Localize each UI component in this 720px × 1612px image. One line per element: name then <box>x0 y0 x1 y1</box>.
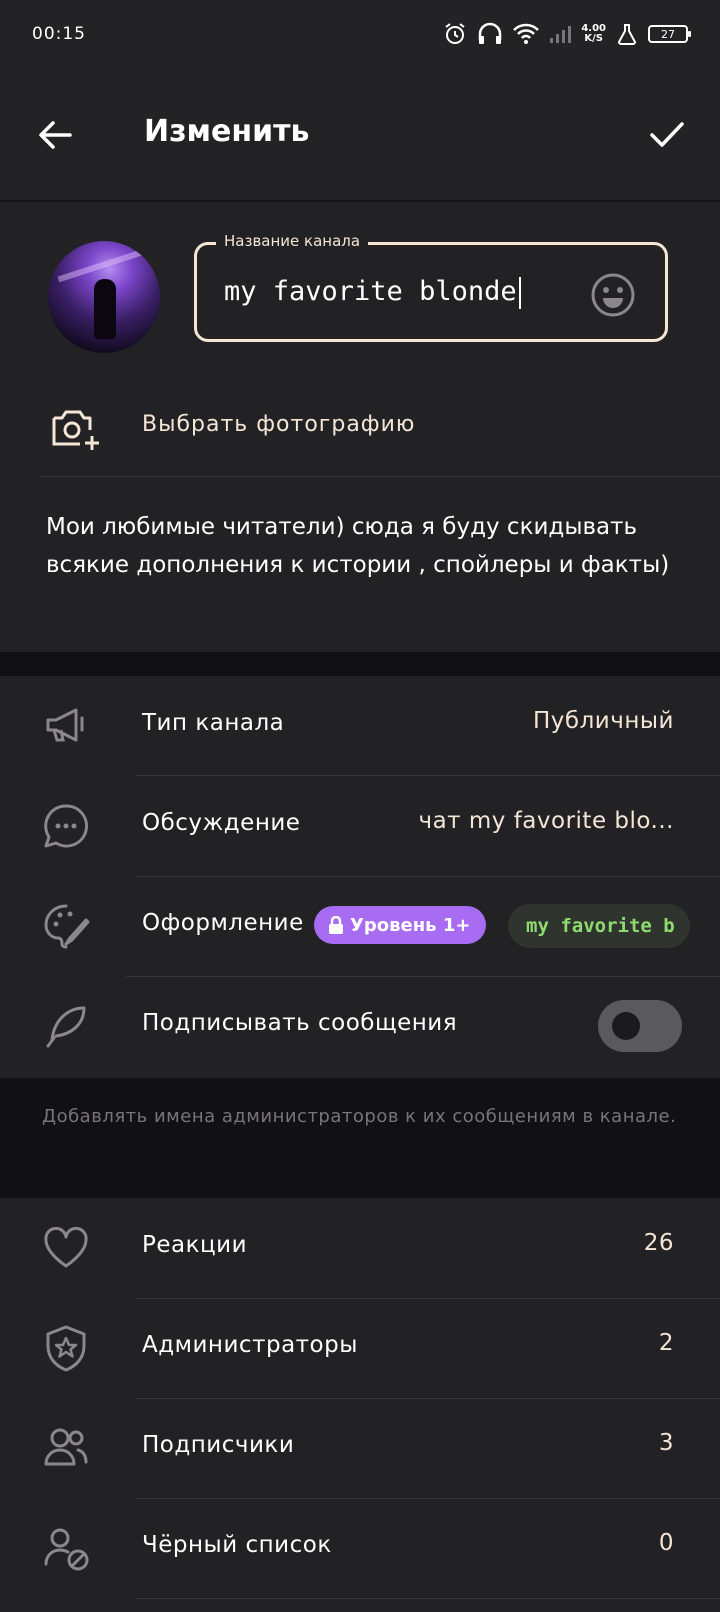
reactions-row[interactable]: Реакции 26 <box>0 1198 720 1298</box>
choose-photo-label: Выбрать фотографию <box>142 412 416 437</box>
subscribers-value: 3 <box>658 1430 674 1456</box>
divider <box>136 1598 720 1599</box>
channel-avatar[interactable] <box>48 241 160 353</box>
user-blocked-icon <box>44 1528 89 1571</box>
megaphone-icon <box>46 708 84 742</box>
sign-messages-toggle[interactable] <box>598 1000 682 1052</box>
level-badge: Уровень 1+ <box>314 906 487 944</box>
alarm-icon <box>445 23 465 44</box>
checkmark-icon <box>650 122 684 147</box>
subscribers-label: Подписчики <box>142 1432 295 1458</box>
channel-type-value: Публичный <box>533 708 674 734</box>
administrators-row[interactable]: Администраторы 2 <box>0 1298 720 1398</box>
blacklist-label: Чёрный список <box>142 1532 332 1558</box>
lock-icon <box>329 916 343 934</box>
signal-icon <box>550 26 572 43</box>
headphones-icon <box>479 22 502 44</box>
users-icon <box>44 1428 88 1466</box>
reactions-label: Реакции <box>142 1232 248 1258</box>
feather-pen-icon <box>46 1006 86 1048</box>
heart-icon <box>44 1226 88 1268</box>
flask-icon <box>617 24 637 45</box>
blacklist-value: 0 <box>658 1530 674 1556</box>
text-cursor <box>518 276 521 309</box>
app-bar: Изменить <box>0 72 720 202</box>
divider <box>40 476 720 477</box>
toggle-knob <box>612 1012 640 1040</box>
discussion-label: Обсуждение <box>142 810 301 836</box>
palette-icon <box>44 904 90 949</box>
save-button[interactable] <box>642 110 692 160</box>
discussion-row[interactable]: Обсуждение чат my favorite blo... <box>0 776 720 876</box>
shield-star-icon <box>46 1325 86 1372</box>
administrators-label: Администраторы <box>142 1332 358 1358</box>
section-gap <box>0 652 720 676</box>
status-bar: 00:15 4.00 K/S 27 <box>0 0 720 72</box>
sign-messages-hint: Добавлять имена администраторов к их соо… <box>42 1106 677 1127</box>
appearance-row[interactable]: Оформление Уровень 1+ my favorite b <box>0 876 720 976</box>
administrators-value: 2 <box>658 1330 674 1356</box>
subscribers-row[interactable]: Подписчики 3 <box>0 1398 720 1498</box>
sign-messages-row[interactable]: Подписывать сообщения <box>0 976 720 1076</box>
battery-indicator: 27 <box>648 25 691 43</box>
arrow-left-icon <box>39 121 72 149</box>
choose-photo-row[interactable]: Выбрать фотографию <box>0 380 720 476</box>
channel-type-label: Тип канала <box>142 710 285 736</box>
chat-bubble-icon <box>44 804 88 848</box>
reactions-value: 26 <box>643 1230 674 1256</box>
page-title: Изменить <box>144 114 310 149</box>
appearance-label: Оформление <box>142 910 304 936</box>
channel-description[interactable]: Мои любимые читатели) сюда я буду скидыв… <box>46 508 686 584</box>
channel-name-label: Название канала <box>216 232 369 250</box>
status-icons: 4.00 K/S 27 <box>443 22 691 46</box>
camera-add-icon <box>52 410 99 450</box>
blacklist-row[interactable]: Чёрный список 0 <box>0 1498 720 1598</box>
wifi-icon <box>513 23 540 44</box>
emoji-icon[interactable] <box>590 272 636 318</box>
channel-type-row[interactable]: Тип канала Публичный <box>0 676 720 776</box>
sign-hint-section <box>0 1078 720 1198</box>
sign-messages-label: Подписывать сообщения <box>142 1010 458 1036</box>
discussion-value: чат my favorite blo... <box>418 808 674 834</box>
appearance-preview: my favorite b <box>508 904 690 948</box>
channel-name-input[interactable]: my favorite blonde <box>224 276 521 309</box>
net-speed: 4.00 K/S <box>581 23 606 44</box>
back-button[interactable] <box>30 110 80 160</box>
status-time: 00:15 <box>32 24 86 44</box>
